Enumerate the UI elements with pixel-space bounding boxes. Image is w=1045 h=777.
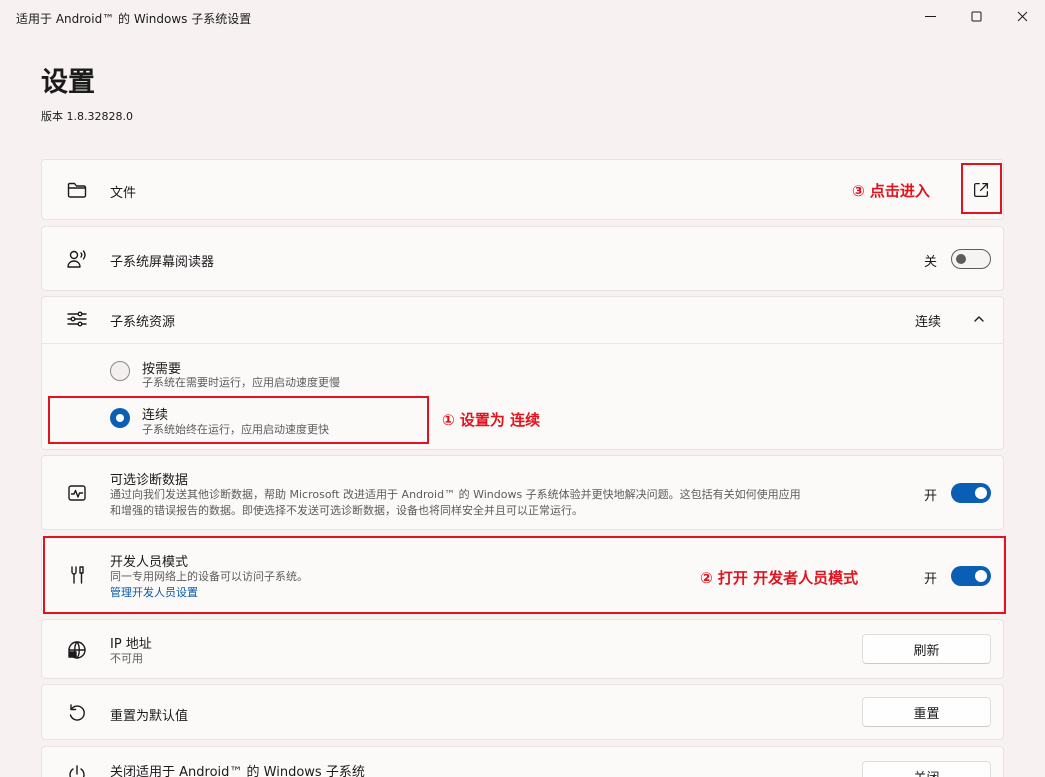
minimize-button[interactable] xyxy=(907,0,953,32)
screen-reader-state: 关 xyxy=(924,255,938,270)
maximize-icon xyxy=(971,11,981,21)
reset-icon xyxy=(66,702,88,724)
files-label: 文件 xyxy=(110,186,137,201)
diagnostics-icon xyxy=(66,482,88,504)
diagnostics-state: 开 xyxy=(924,489,938,504)
reset-button[interactable]: 重置 xyxy=(862,697,991,727)
close-button[interactable] xyxy=(999,0,1045,32)
annotation-box-continuous xyxy=(48,396,429,444)
page-title: 设置 xyxy=(41,67,95,98)
sliders-icon xyxy=(66,308,88,330)
folder-icon xyxy=(66,179,88,201)
screen-reader-card: 子系统屏幕阅读器 关 xyxy=(41,226,1004,291)
ip-address-value: 不可用 xyxy=(110,652,143,665)
diagnostics-card: 可选诊断数据 通过向我们发送其他诊断数据，帮助 Microsoft 改进适用于 … xyxy=(41,455,1004,530)
version-text: 版本 1.8.32828.0 xyxy=(41,110,133,123)
annotation-box-open-files xyxy=(961,163,1002,214)
annotation-step1: ① 设置为 连续 xyxy=(442,411,541,429)
chevron-up-icon[interactable] xyxy=(972,311,986,325)
shutdown-label: 关闭适用于 Android™ 的 Windows 子系统 xyxy=(110,765,365,777)
power-icon xyxy=(66,763,88,777)
diagnostics-toggle[interactable] xyxy=(951,483,991,503)
minimize-icon xyxy=(924,15,936,17)
divider xyxy=(42,343,1003,344)
title-bar: 适用于 Android™ 的 Windows 子系统设置 xyxy=(0,0,1045,36)
shutdown-card: 关闭适用于 Android™ 的 Windows 子系统 关闭 xyxy=(41,746,1004,777)
diagnostics-desc-line2: 和增强的错误报告的数据。即使选择不发送可选诊断数据，设备也将同样安全并且可以正常… xyxy=(110,504,583,517)
resources-label: 子系统资源 xyxy=(110,315,176,330)
shutdown-button[interactable]: 关闭 xyxy=(862,761,991,777)
option-on-demand-desc: 子系统在需要时运行，应用启动速度更慢 xyxy=(142,376,340,389)
ip-address-label: IP 地址 xyxy=(110,637,152,652)
annotation-step3: ③ 点击进入 xyxy=(852,182,930,200)
reset-label: 重置为默认值 xyxy=(110,709,189,724)
maximize-button[interactable] xyxy=(953,0,999,32)
reset-card: 重置为默认值 重置 xyxy=(41,684,1004,740)
close-icon xyxy=(1017,11,1027,21)
screen-reader-toggle[interactable] xyxy=(951,249,991,269)
diagnostics-desc-line1: 通过向我们发送其他诊断数据，帮助 Microsoft 改进适用于 Android… xyxy=(110,488,801,501)
radio-on-demand[interactable] xyxy=(110,361,130,381)
screen-reader-icon xyxy=(66,248,88,270)
resources-selected-value: 连续 xyxy=(915,315,942,330)
globe-icon xyxy=(66,639,88,661)
refresh-button[interactable]: 刷新 xyxy=(862,634,991,664)
ip-address-card: IP 地址 不可用 刷新 xyxy=(41,619,1004,679)
window-title: 适用于 Android™ 的 Windows 子系统设置 xyxy=(16,12,252,26)
screen-reader-label: 子系统屏幕阅读器 xyxy=(110,255,215,270)
annotation-step2: ② 打开 开发者人员模式 xyxy=(700,569,859,587)
annotation-box-developer-mode xyxy=(43,536,1006,614)
diagnostics-label: 可选诊断数据 xyxy=(110,473,189,488)
